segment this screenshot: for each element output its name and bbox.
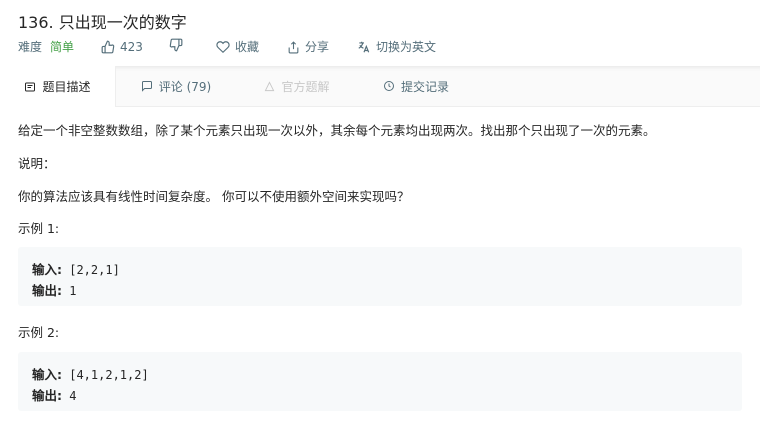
example-2-codeblock: 输入: [4,1,2,1,2] 输出: 4: [18, 352, 742, 411]
share-label: 分享: [305, 40, 330, 54]
like-count: 423: [120, 40, 143, 54]
input-value: [4,1,2,1,2]: [69, 368, 149, 382]
clock-icon: [383, 81, 394, 91]
difficulty-label: 难度: [18, 40, 43, 54]
output-value: 4: [69, 389, 77, 403]
note-paragraph: 你的算法应该具有线性时间复杂度。 你可以不使用额外空间来实现吗？: [18, 189, 410, 204]
tab-comments[interactable]: 评论 (79): [116, 66, 236, 106]
input-key: 输入:: [32, 262, 62, 277]
translate-icon: [358, 41, 370, 53]
input-key: 输入:: [32, 367, 62, 382]
dislike-button[interactable]: [169, 38, 188, 52]
switch-language-button[interactable]: 切换为英文: [357, 38, 436, 56]
solution-icon: [265, 80, 275, 91]
problem-header: 136. 只出现一次的数字 难度 简单 423 收藏 分享 切换为英文: [0, 0, 760, 66]
difficulty-value: 简单: [50, 40, 75, 54]
tab-official-solution-label: 官方题解: [281, 79, 330, 94]
favorite-label: 收藏: [235, 40, 260, 54]
share-icon: [288, 40, 299, 53]
like-button[interactable]: 423: [101, 38, 143, 56]
example-1-codeblock: 输入: [2,2,1] 输出: 1: [18, 247, 742, 306]
problem-title: 136. 只出现一次的数字: [18, 13, 187, 32]
output-key: 输出:: [32, 283, 62, 298]
tab-submissions[interactable]: 提交记录: [358, 66, 474, 106]
tab-official-solution: 官方题解: [236, 66, 358, 106]
comment-icon: [141, 81, 152, 92]
example-2-output-line: 输出: 4: [32, 385, 76, 404]
thumbs-up-icon: [101, 40, 115, 54]
output-value: 1: [69, 284, 77, 298]
share-button[interactable]: 分享: [287, 38, 329, 56]
example-2-label: 示例 2:: [18, 325, 60, 340]
tab-description-label: 题目描述: [42, 80, 91, 94]
description-icon: [25, 82, 36, 91]
output-key: 输出:: [32, 388, 62, 403]
thumbs-down-icon: [169, 38, 183, 52]
example-1-input-line: 输入: [2,2,1]: [32, 259, 120, 278]
example-1-output-line: 输出: 1: [32, 280, 76, 299]
example-1-label: 示例 1:: [18, 221, 60, 236]
switch-language-label: 切换为英文: [376, 40, 437, 54]
tab-comments-label: 评论 (79): [158, 79, 212, 94]
input-value: [2,2,1]: [69, 263, 120, 277]
example-2-input-line: 输入: [4,1,2,1,2]: [32, 364, 149, 383]
favorite-button[interactable]: 收藏: [216, 38, 259, 56]
description-paragraph: 给定一个非空整数数组，除了某个元素只出现一次以外，其余每个元素均出现两次。找出那…: [18, 123, 656, 138]
note-label: 说明：: [18, 156, 56, 171]
tab-description[interactable]: 题目描述: [0, 66, 116, 107]
tab-bar: 题目描述 评论 (79) 官方题解 提交记录: [0, 66, 760, 107]
tab-submissions-label: 提交记录: [400, 79, 449, 94]
heart-icon: [216, 41, 230, 54]
